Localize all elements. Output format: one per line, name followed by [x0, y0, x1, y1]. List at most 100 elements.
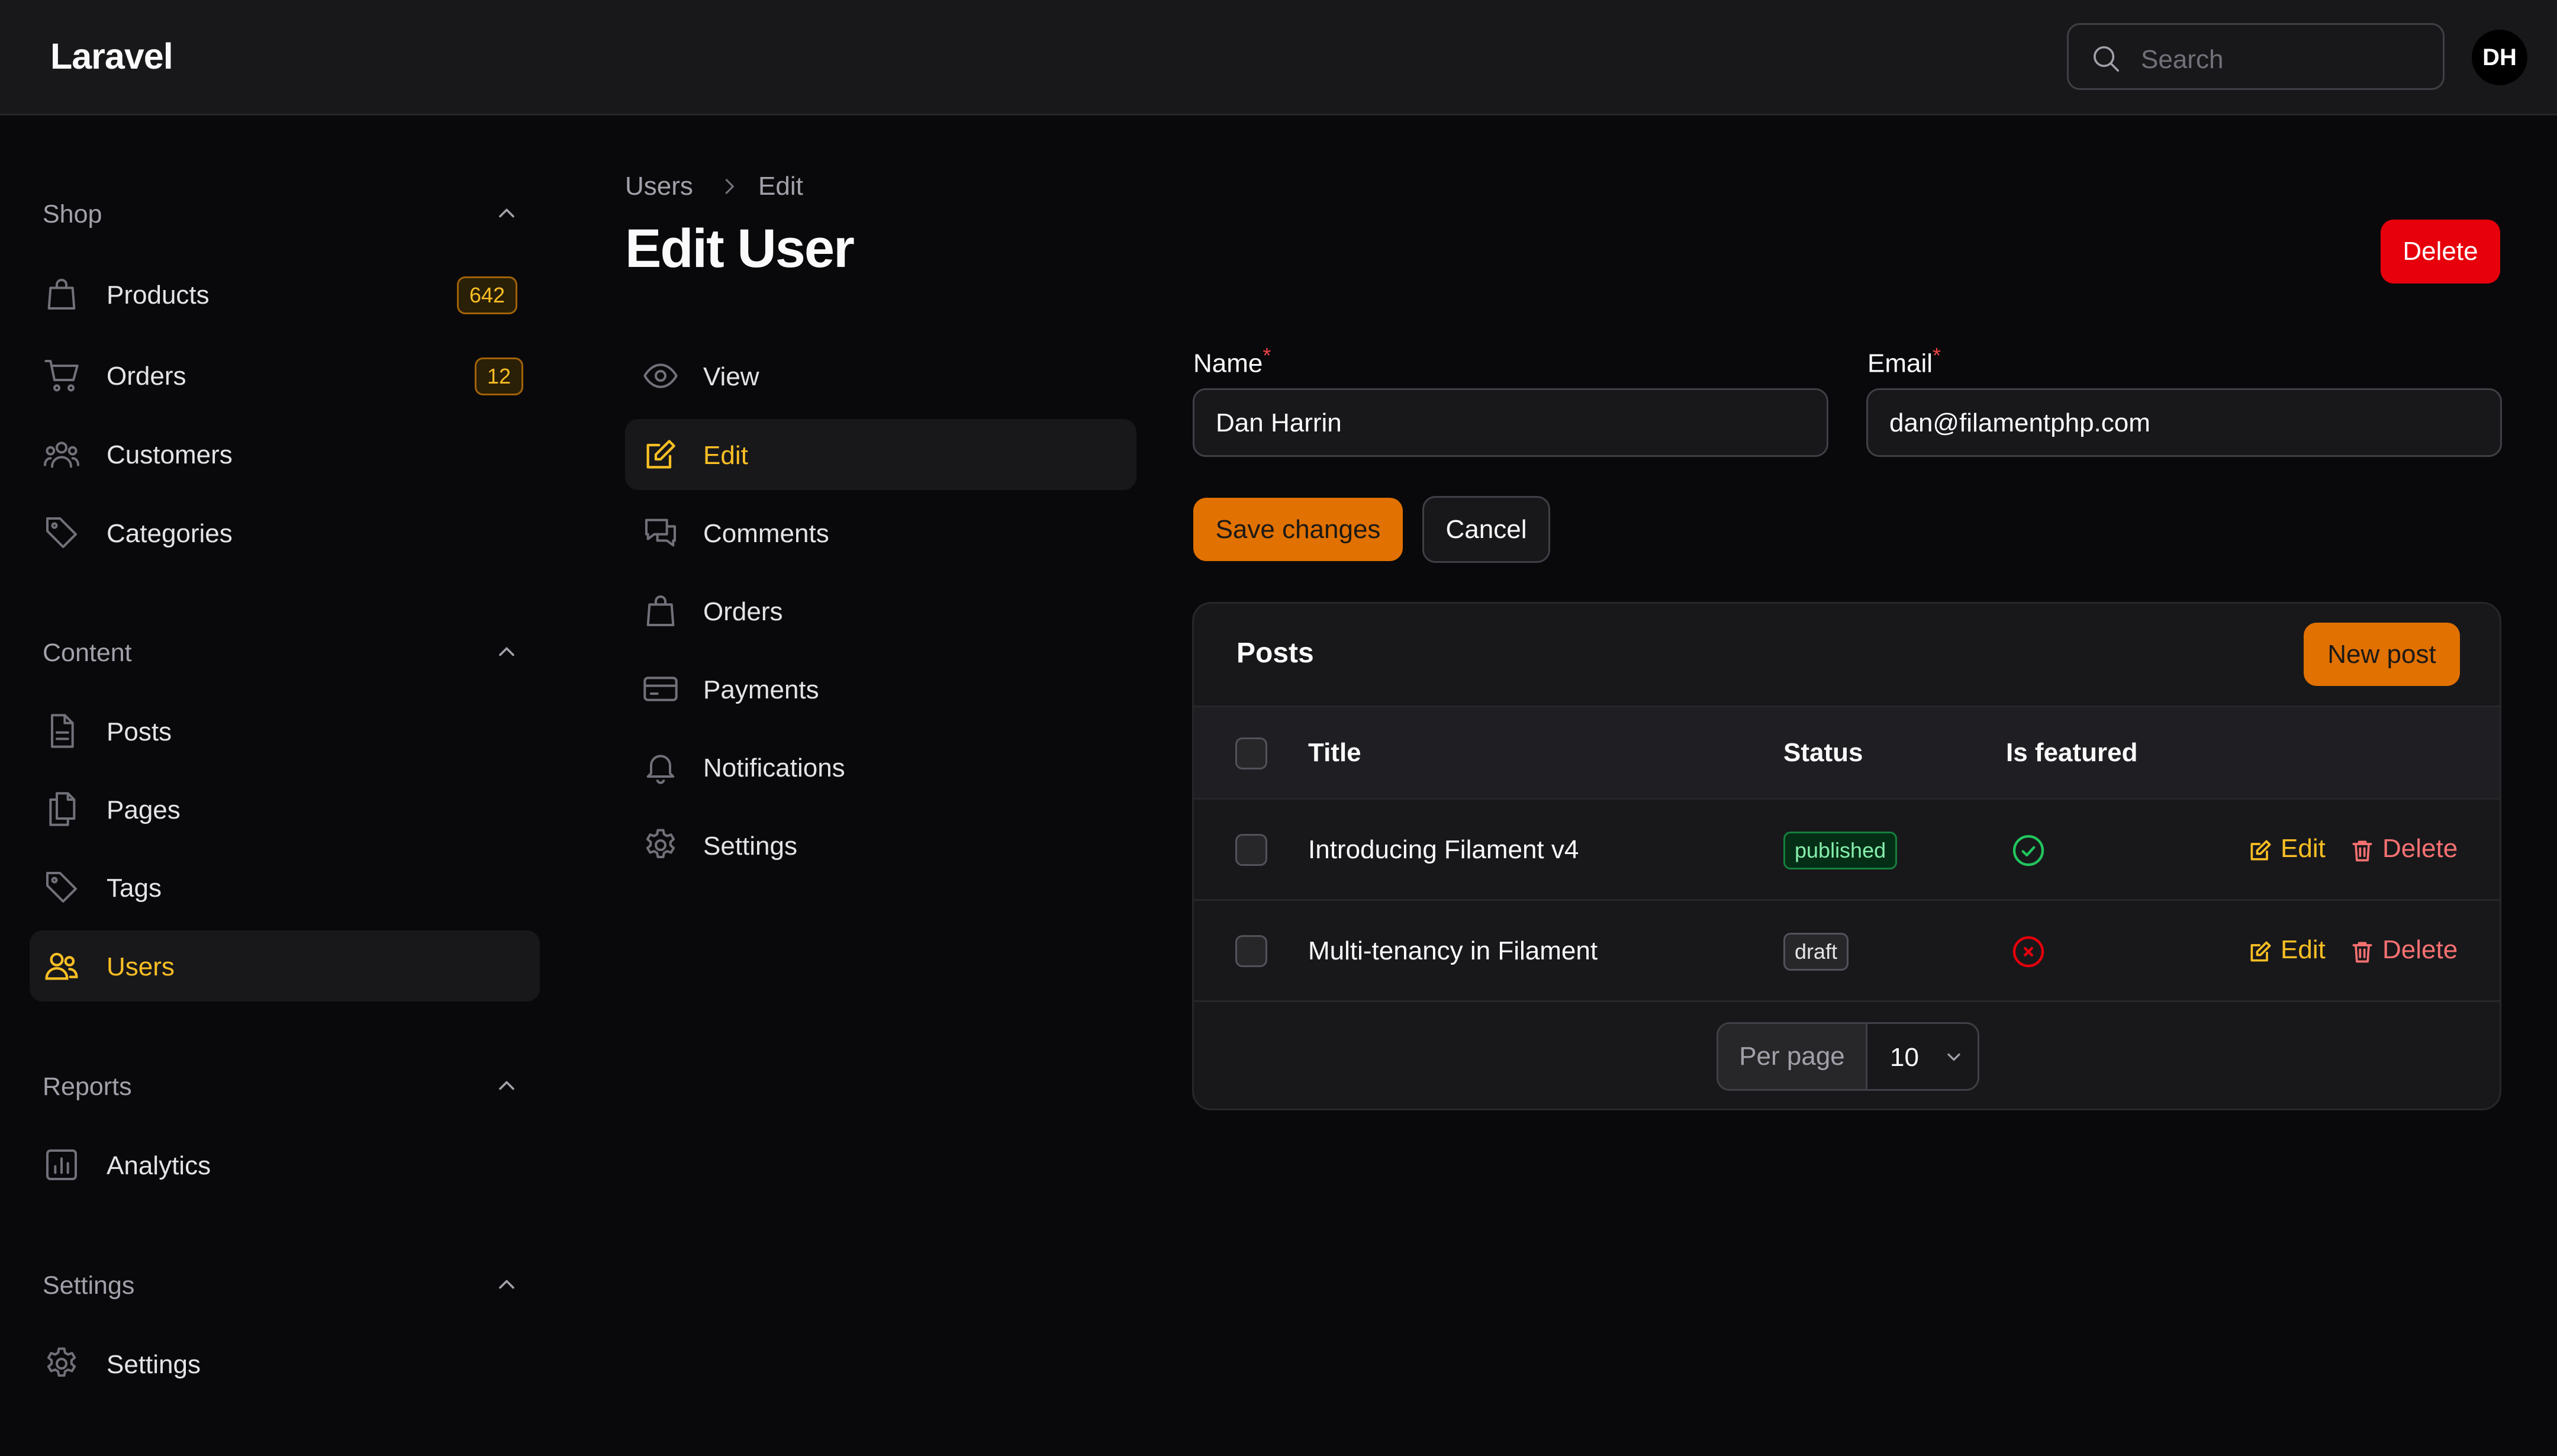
subnav-item-orders[interactable]: Orders	[625, 575, 1136, 646]
name-label: Name*	[1193, 343, 1271, 379]
sidebar-item-products[interactable]: Products 642	[30, 259, 540, 330]
select-all-checkbox[interactable]	[1235, 737, 1267, 769]
shopping-cart-icon	[44, 360, 79, 392]
status-badge: draft	[1783, 933, 1849, 971]
delete-button[interactable]: Delete	[2381, 220, 2500, 284]
table-header: Title Status Is featured	[1194, 706, 2500, 800]
chevron-down-icon[interactable]	[1943, 1046, 1965, 1068]
search-icon	[2094, 46, 2120, 72]
sidebar-item-label: Analytics	[107, 1151, 211, 1180]
breadcrumb-users[interactable]: Users	[625, 172, 693, 201]
name-field[interactable]	[1193, 388, 1828, 457]
subnav-item-comments[interactable]: Comments	[625, 497, 1136, 568]
sidebar-group-settings[interactable]: Settings	[43, 1271, 134, 1300]
subnav-item-view[interactable]: View	[625, 340, 1136, 411]
subnav-label: View	[703, 362, 759, 391]
trash-icon	[2352, 840, 2372, 862]
subnav-item-notifications[interactable]: Notifications	[625, 732, 1136, 803]
column-header-title[interactable]: Title	[1308, 738, 1361, 768]
new-post-button[interactable]: New post	[2304, 623, 2460, 686]
name-label-text: Name	[1193, 349, 1263, 378]
per-page-value[interactable]: 10	[1890, 1043, 1919, 1072]
cog-icon	[646, 829, 675, 858]
bell-icon	[646, 755, 675, 784]
search-input[interactable]: Search	[2067, 23, 2445, 90]
posts-title: Posts	[1236, 637, 1314, 669]
sidebar-item-users[interactable]: Users	[30, 930, 540, 1001]
sidebar-item-label: Users	[107, 952, 175, 981]
sidebar-item-customers[interactable]: Customers	[30, 418, 540, 489]
edit-label: Edit	[2281, 935, 2326, 964]
name-input[interactable]	[1216, 405, 1808, 441]
required-marker: *	[1933, 343, 1941, 368]
chevron-right-icon	[725, 179, 734, 194]
sidebar-item-label: Orders	[107, 362, 186, 391]
post-title: Multi-tenancy in Filament	[1308, 936, 1598, 965]
sidebar-item-label: Pages	[107, 795, 181, 824]
sidebar-item-categories[interactable]: Categories	[30, 497, 540, 568]
sidebar-item-settings[interactable]: Settings	[30, 1328, 540, 1399]
brand-logo[interactable]: Laravel	[50, 36, 173, 77]
user-group-icon	[44, 442, 79, 468]
documents-icon	[49, 792, 76, 826]
subnav-label: Comments	[703, 519, 829, 548]
sidebar-group-reports[interactable]: Reports	[43, 1072, 132, 1101]
chart-bar-icon	[46, 1149, 77, 1180]
sidebar-item-analytics[interactable]: Analytics	[30, 1129, 540, 1200]
subnav-label: Notifications	[703, 753, 845, 782]
per-page-select[interactable]: Per page 10	[1717, 1022, 1979, 1091]
subnav-label: Orders	[703, 597, 783, 626]
count-badge: 642	[457, 276, 518, 314]
sidebar-item-tags[interactable]: Tags	[30, 852, 540, 923]
count-badge: 12	[475, 357, 524, 395]
document-icon	[51, 714, 74, 748]
chevron-up-icon[interactable]	[494, 200, 520, 226]
chevron-up-icon[interactable]	[494, 1271, 520, 1297]
avatar[interactable]: DH	[2472, 30, 2527, 85]
per-page-label: Per page	[1718, 1024, 1867, 1089]
search-placeholder: Search	[2141, 45, 2224, 74]
sidebar-item-label: Settings	[107, 1350, 201, 1379]
posts-table-card: Posts New post Title Status Is featured …	[1192, 602, 2501, 1110]
sidebar-group-shop[interactable]: Shop	[43, 200, 102, 229]
sidebar-item-pages[interactable]: Pages	[30, 774, 540, 845]
cancel-button[interactable]: Cancel	[1422, 496, 1550, 563]
chevron-up-icon[interactable]	[494, 1072, 520, 1099]
sidebar-item-orders[interactable]: Orders 12	[30, 340, 540, 411]
column-header-featured[interactable]: Is featured	[2006, 738, 2138, 768]
pencil-square-icon	[2250, 941, 2271, 962]
cog-icon	[47, 1347, 76, 1377]
shopping-bag-icon	[47, 279, 76, 310]
subnav-label: Settings	[703, 832, 797, 861]
subnav-item-edit[interactable]: Edit	[625, 419, 1136, 490]
delete-label: Delete	[2382, 935, 2458, 964]
table-row[interactable]: Introducing Filament v4 published Edit D…	[1194, 800, 2500, 901]
sidebar-group-content[interactable]: Content	[43, 639, 132, 668]
credit-card-icon	[643, 677, 678, 701]
table-row[interactable]: Multi-tenancy in Filament draft Edit Del…	[1194, 901, 2500, 1002]
chat-bubbles-icon	[645, 518, 676, 547]
row-checkbox[interactable]	[1235, 834, 1267, 866]
tag-icon	[46, 517, 77, 548]
column-header-status[interactable]: Status	[1783, 738, 1863, 768]
email-label-text: Email	[1867, 349, 1933, 378]
pencil-square-icon	[646, 440, 675, 469]
tag-icon	[46, 872, 77, 903]
row-checkbox[interactable]	[1235, 935, 1267, 967]
subnav-item-payments[interactable]: Payments	[625, 653, 1136, 724]
check-circle-icon	[2012, 835, 2044, 866]
topbar: Laravel Search DH	[0, 0, 2557, 115]
email-label: Email*	[1867, 343, 1941, 379]
chevron-up-icon[interactable]	[494, 639, 520, 665]
page-title: Edit User	[625, 218, 855, 279]
breadcrumb-current: Edit	[758, 172, 803, 201]
pencil-square-icon	[2250, 840, 2271, 861]
save-changes-button[interactable]: Save changes	[1193, 498, 1403, 561]
sidebar-item-label: Categories	[107, 519, 233, 548]
subnav-item-settings[interactable]: Settings	[625, 810, 1136, 881]
email-input[interactable]	[1889, 405, 2481, 441]
sidebar-item-label: Posts	[107, 717, 172, 746]
email-field[interactable]	[1866, 388, 2502, 457]
shopping-bag-icon	[646, 595, 675, 626]
sidebar-item-posts[interactable]: Posts	[30, 695, 540, 766]
